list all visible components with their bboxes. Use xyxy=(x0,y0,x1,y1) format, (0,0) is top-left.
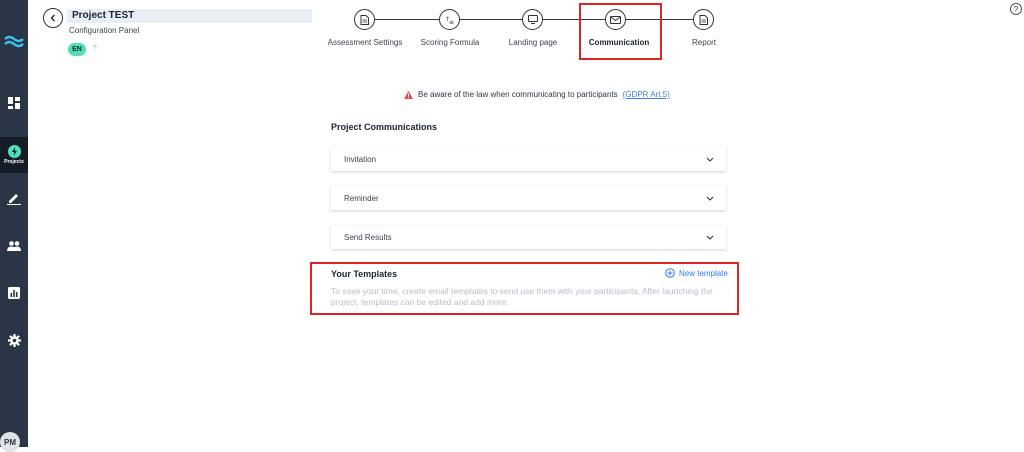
step-label[interactable]: Assessment Settings xyxy=(328,38,403,47)
svg-text:≡: ≡ xyxy=(449,19,454,25)
help-button[interactable]: ? xyxy=(1010,3,1022,15)
chevron-left-icon xyxy=(50,14,55,22)
stepper-connector xyxy=(374,19,439,20)
step-report[interactable] xyxy=(693,9,714,30)
sidebar-item-edit[interactable] xyxy=(0,189,28,207)
document-icon xyxy=(360,14,369,25)
stepper-connector xyxy=(459,19,522,20)
plus-circle-icon xyxy=(665,268,675,278)
warning-text: Be aware of the law when communicating t… xyxy=(418,90,618,99)
brand-logo[interactable] xyxy=(4,34,24,48)
templates-title: Your Templates xyxy=(331,269,398,279)
monitor-icon xyxy=(527,15,538,24)
sidebar-item-label: Projects xyxy=(4,159,24,165)
new-template-button[interactable]: New template xyxy=(665,268,728,278)
new-template-label: New template xyxy=(679,268,728,278)
chevron-down-icon xyxy=(706,235,714,240)
gear-icon xyxy=(7,333,21,347)
sidebar-item-dashboard[interactable] xyxy=(0,94,28,112)
accordion-send-results[interactable]: Send Results xyxy=(331,225,726,249)
gdpr-link[interactable]: (GDPR Art.5) xyxy=(623,90,670,99)
step-landing-page[interactable] xyxy=(522,9,543,30)
step-label[interactable]: Report xyxy=(692,38,716,47)
step-label[interactable]: Scoring Formula xyxy=(421,38,480,47)
people-icon xyxy=(7,241,21,251)
chevron-down-icon xyxy=(706,157,714,162)
section-title: Project Communications xyxy=(331,122,438,132)
page-subtitle: Configuration Panel xyxy=(69,26,140,35)
sidebar-item-projects[interactable]: Projects xyxy=(0,137,28,173)
sidebar: Projects PM xyxy=(0,0,28,452)
pen-icon xyxy=(7,193,21,205)
language-badge-en[interactable]: EN xyxy=(68,43,86,56)
avatar[interactable]: PM xyxy=(0,432,20,452)
bar-chart-icon xyxy=(8,287,20,299)
warning-icon xyxy=(404,90,413,99)
communication-step-highlight xyxy=(579,3,662,60)
sidebar-item-reports[interactable] xyxy=(0,284,28,302)
accordion-label: Reminder xyxy=(344,193,379,203)
chevron-down-icon xyxy=(706,196,714,201)
back-button[interactable] xyxy=(43,8,63,28)
templates-description: To save your time, create email template… xyxy=(331,286,713,307)
gdpr-warning: Be aware of the law when communicating t… xyxy=(404,90,670,99)
accordion-reminder[interactable]: Reminder xyxy=(331,186,726,210)
accordion-label: Send Results xyxy=(344,232,392,242)
step-assessment-settings[interactable] xyxy=(354,9,375,30)
step-label[interactable]: Landing page xyxy=(509,38,558,47)
report-icon xyxy=(699,14,708,25)
dashboard-icon xyxy=(8,97,20,109)
project-title: Project TEST xyxy=(72,10,135,21)
sidebar-item-people[interactable] xyxy=(0,237,28,255)
formula-icon: ↑ ≡ xyxy=(445,16,454,25)
bolt-icon xyxy=(7,145,21,158)
accordion-label: Invitation xyxy=(344,154,377,164)
add-language-button[interactable]: + xyxy=(92,42,98,53)
sidebar-item-settings[interactable] xyxy=(0,331,28,349)
step-scoring-formula[interactable]: ↑ ≡ xyxy=(439,9,460,30)
accordion-invitation[interactable]: Invitation xyxy=(331,147,726,171)
